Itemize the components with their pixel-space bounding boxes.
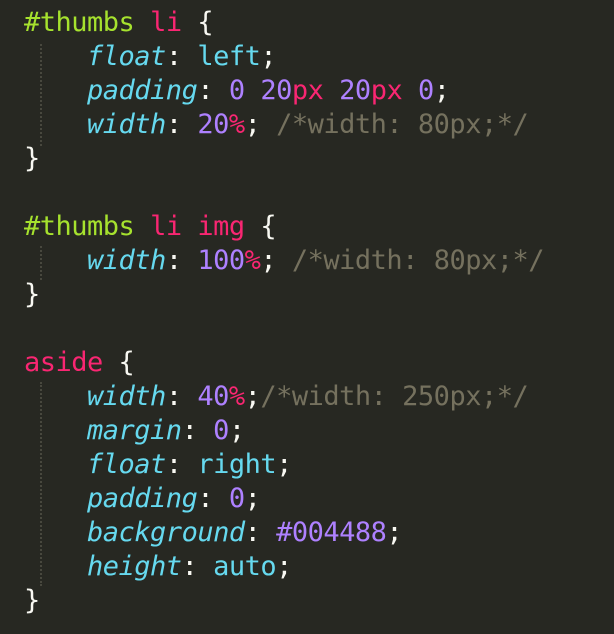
color-value: #004488 <box>276 517 387 548</box>
unit: px <box>370 75 403 106</box>
code-line: } <box>24 584 40 618</box>
code-line: } <box>24 278 40 312</box>
code-line: aside { <box>24 346 135 380</box>
number-value: 0 <box>228 75 245 106</box>
property-value: auto <box>213 551 277 582</box>
code-comment: /*width: 250px;*/ <box>260 381 529 412</box>
property-name: float <box>87 449 166 480</box>
code-line: margin: 0; <box>87 415 245 446</box>
code-line: width: 100%; /*width: 80px;*/ <box>87 245 545 276</box>
unit: px <box>291 75 324 106</box>
property-name: float <box>87 41 166 72</box>
open-brace: { <box>260 211 277 242</box>
code-line: float: right; <box>87 449 292 480</box>
close-brace: } <box>24 585 40 616</box>
id-selector: #thumbs <box>24 7 135 38</box>
code-line: #thumbs li { <box>24 6 214 40</box>
code-line: height: auto; <box>87 551 292 582</box>
code-comment: /*width: 80px;*/ <box>276 109 529 140</box>
property-name: width <box>87 109 166 140</box>
number-value: 0 <box>417 75 434 106</box>
code-line: background: #004488; <box>87 517 403 548</box>
number-value: 0 <box>213 415 229 446</box>
code-line: float: left; <box>87 41 277 72</box>
tag-selector: li <box>150 211 182 242</box>
code-line: #thumbs li img { <box>24 210 277 244</box>
code-comment: /*width: 80px;*/ <box>291 245 545 276</box>
property-name: width <box>87 245 166 276</box>
code-line: width: 40%;/*width: 250px;*/ <box>87 381 529 412</box>
property-name: height <box>87 551 182 582</box>
close-brace: } <box>24 279 40 310</box>
number-value: 20 <box>339 75 371 106</box>
number-value: 40 <box>197 381 229 412</box>
tag-selector: li <box>150 7 182 38</box>
unit: % <box>228 109 245 140</box>
code-line: width: 20%; /*width: 80px;*/ <box>87 109 529 140</box>
unit: % <box>228 381 245 412</box>
property-name: margin <box>87 415 182 446</box>
code-line: padding: 0; <box>87 483 261 514</box>
close-brace: } <box>24 143 40 174</box>
number-value: 100 <box>197 245 245 276</box>
tag-selector: img <box>197 211 245 242</box>
open-brace: { <box>197 7 214 38</box>
property-name: padding <box>87 483 198 514</box>
number-value: 0 <box>228 483 245 514</box>
property-name: width <box>87 381 166 412</box>
code-line: padding: 0 20px 20px 0; <box>87 75 450 106</box>
property-value: left <box>197 41 261 72</box>
code-editor[interactable]: #thumbs li { float: left; padding: 0 20p… <box>0 0 614 634</box>
property-name: padding <box>87 75 198 106</box>
number-value: 20 <box>197 109 229 140</box>
code-line: } <box>24 142 40 176</box>
property-name: background <box>87 517 245 548</box>
tag-selector: aside <box>24 347 103 378</box>
number-value: 20 <box>260 75 292 106</box>
open-brace: { <box>118 347 135 378</box>
unit: % <box>244 245 261 276</box>
id-selector: #thumbs <box>24 211 135 242</box>
property-value: right <box>197 449 277 480</box>
